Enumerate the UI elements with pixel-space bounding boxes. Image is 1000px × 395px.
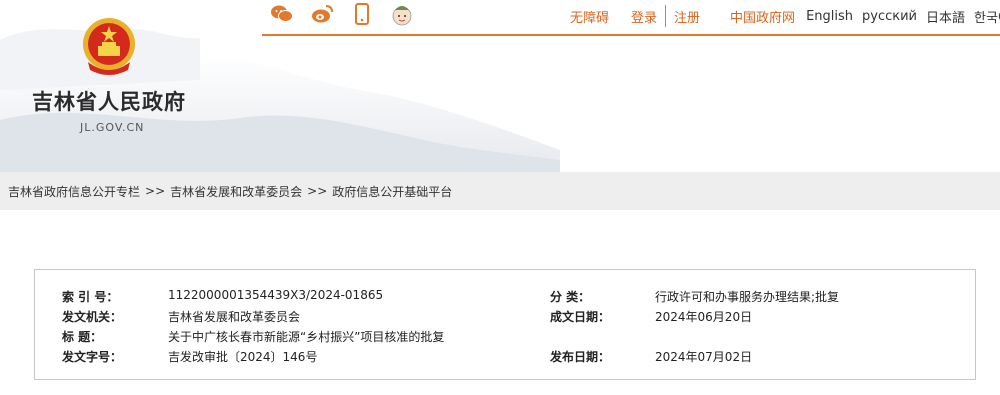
breadcrumb-separator: >> xyxy=(307,184,328,198)
issuer-value: 吉林省发展和改革委员会 xyxy=(168,310,301,324)
national-emblem-icon xyxy=(83,18,135,75)
breadcrumb-item[interactable]: 吉林省政府信息公开专栏 xyxy=(8,183,140,200)
info-row: 发文字号： 吉发改审批〔2024〕146号 发布日期： 2024年07月02日 xyxy=(35,348,975,368)
lang-japanese-link[interactable]: 日本語 xyxy=(926,7,965,26)
issuer-label: 发文机关： xyxy=(62,310,123,324)
category-label: 分 类： xyxy=(550,290,591,304)
index-label: 索 引 号： xyxy=(62,290,119,304)
document-info-box: 索 引 号： 11220000013544​39X3/2024-01865 分 … xyxy=(34,269,976,380)
site-header: 吉林省人民政府 JL.GOV.CN 无障碍 登录 注册 中国政府网 Englis… xyxy=(0,0,1000,172)
wechat-icon[interactable] xyxy=(270,2,294,26)
date-value: 2024年06月20日 xyxy=(655,310,753,324)
china-gov-link[interactable]: 中国政府网 xyxy=(730,7,795,26)
lang-english-link[interactable]: English xyxy=(806,9,853,24)
page: 吉林省人民政府 JL.GOV.CN 无障碍 登录 注册 中国政府网 Englis… xyxy=(0,0,1000,395)
category-value: 行政许可和办事服务办理结果;批复 xyxy=(655,290,840,304)
docno-value: 吉发改审批〔2024〕146号 xyxy=(168,350,318,364)
pubdate-label: 发布日期： xyxy=(550,350,611,364)
info-row: 标 题： 关于中广核长春市新能源“乡村振兴”项目核准的批复 xyxy=(35,328,975,348)
site-domain: JL.GOV.CN xyxy=(80,121,145,134)
lang-russian-link[interactable]: русский xyxy=(862,9,917,24)
divider xyxy=(665,5,667,27)
weibo-icon[interactable] xyxy=(310,2,334,26)
info-row: 索 引 号： 11220000013544​39X3/2024-01865 分 … xyxy=(35,288,975,308)
title-label: 标 题： xyxy=(62,330,103,344)
mobile-icon[interactable] xyxy=(350,2,374,26)
breadcrumb: 吉林省政府信息公开专栏 >> 吉林省发展和改革委员会 >> 政府信息公开基础平台 xyxy=(0,172,1000,210)
breadcrumb-separator: >> xyxy=(145,184,166,198)
title-value: 关于中广核长春市新能源“乡村振兴”项目核准的批复 xyxy=(168,330,445,344)
social-icons xyxy=(270,2,414,26)
docno-label: 发文字号： xyxy=(62,350,123,364)
login-link[interactable]: 登录 xyxy=(631,7,657,26)
top-divider-line xyxy=(262,34,1000,36)
top-links: 无障碍 登录 注册 中国政府网 English русский 日本語 한국어 xyxy=(570,5,1000,27)
index-value: 11220000013544​39X3/2024-01865 xyxy=(168,288,384,302)
lang-korean-link[interactable]: 한국어 xyxy=(974,7,1000,26)
register-link[interactable]: 注册 xyxy=(674,7,700,26)
breadcrumb-item[interactable]: 吉林省发展和改革委员会 xyxy=(170,183,302,200)
date-label: 成文日期： xyxy=(550,310,611,324)
site-title: 吉林省人民政府 xyxy=(32,90,186,114)
accessibility-link[interactable]: 无障碍 xyxy=(570,7,609,26)
info-row: 发文机关： 吉林省发展和改革委员会 成文日期： 2024年06月20日 xyxy=(35,308,975,328)
avatar-icon[interactable] xyxy=(390,2,414,26)
pubdate-value: 2024年07月02日 xyxy=(655,350,753,364)
breadcrumb-item[interactable]: 政府信息公开基础平台 xyxy=(332,183,452,200)
